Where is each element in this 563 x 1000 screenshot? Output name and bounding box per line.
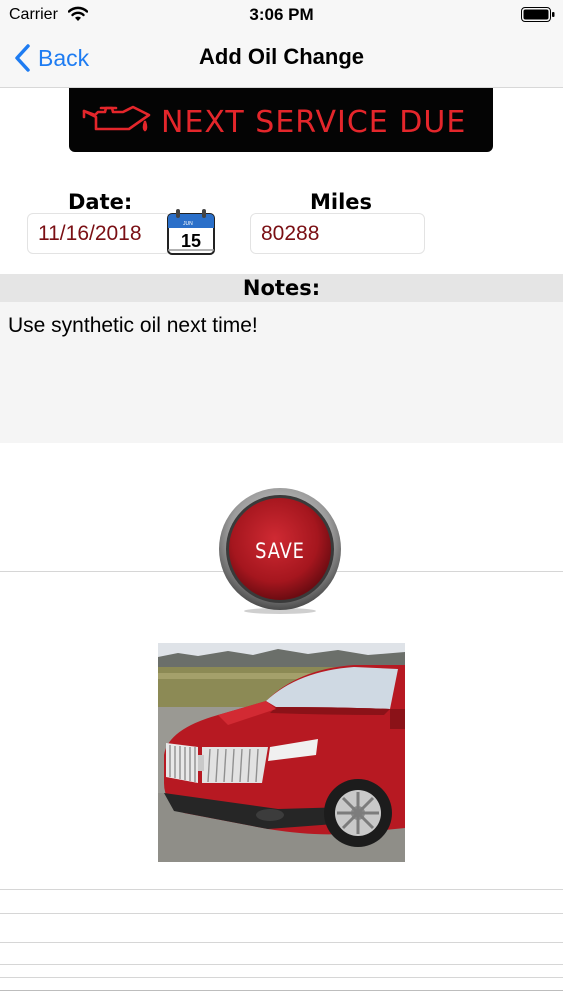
miles-label: Miles bbox=[310, 190, 373, 214]
divider bbox=[0, 964, 563, 965]
divider bbox=[0, 913, 563, 914]
service-due-banner: NEXT SERVICE DUE bbox=[69, 88, 493, 152]
divider bbox=[0, 889, 563, 890]
calendar-icon[interactable]: JUN 15 bbox=[166, 208, 216, 256]
calendar-month: JUN bbox=[183, 221, 193, 227]
banner-text: NEXT SERVICE DUE bbox=[161, 105, 467, 140]
car-photo bbox=[158, 643, 405, 862]
calendar-day: 15 bbox=[181, 231, 201, 251]
status-bar: Carrier 3:06 PM bbox=[0, 0, 563, 30]
status-time: 3:06 PM bbox=[249, 5, 314, 24]
save-button-label: SAVE bbox=[255, 539, 305, 563]
save-button[interactable]: SAVE bbox=[216, 487, 344, 615]
date-label: Date: bbox=[68, 190, 133, 214]
navigation-bar: Back Add Oil Change bbox=[0, 30, 563, 88]
date-field[interactable]: 11/16/2018 bbox=[27, 213, 171, 254]
miles-field[interactable]: 80288 bbox=[250, 213, 425, 254]
notes-textarea[interactable]: Use synthetic oil next time! bbox=[0, 302, 563, 443]
divider bbox=[0, 990, 563, 991]
notes-label: Notes: bbox=[0, 274, 563, 302]
oil-can-icon bbox=[82, 105, 151, 132]
divider bbox=[0, 977, 563, 978]
divider bbox=[0, 942, 563, 943]
page-title: Add Oil Change bbox=[199, 44, 364, 69]
battery-icon bbox=[521, 7, 555, 22]
